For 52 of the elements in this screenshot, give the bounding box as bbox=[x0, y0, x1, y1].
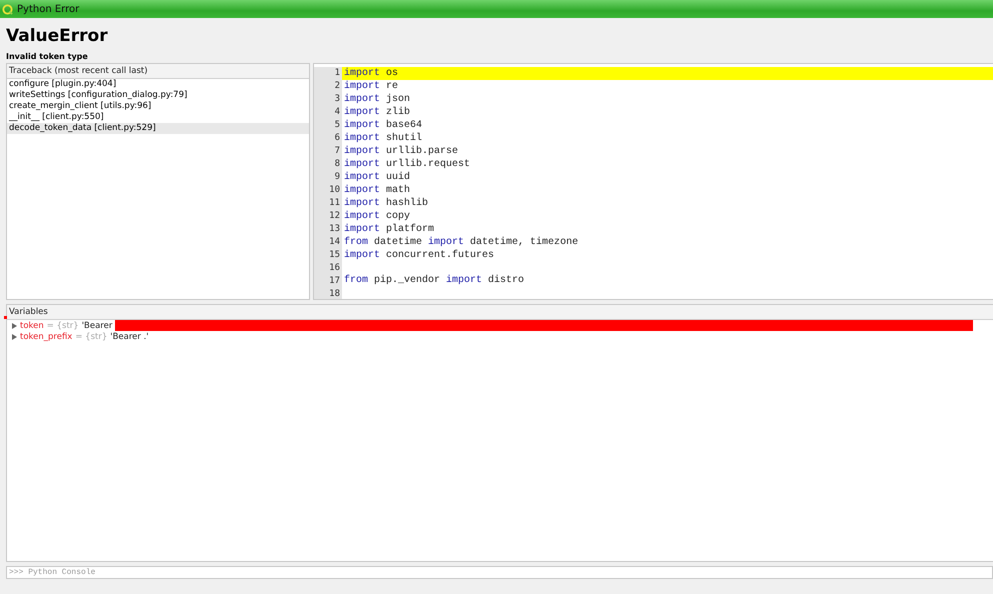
line-number: 9 bbox=[334, 171, 341, 184]
variable-value: 'Bearer bbox=[82, 320, 112, 330]
code-line: import hashlib bbox=[343, 197, 430, 210]
code-line: from datetime import datetime, timezone bbox=[343, 236, 580, 249]
traceback-frame[interactable]: create_mergin_client [utils.py:96] bbox=[7, 101, 309, 112]
line-number: 16 bbox=[328, 262, 341, 275]
line-number: 8 bbox=[334, 158, 341, 171]
line-number: 10 bbox=[328, 184, 341, 197]
code-line: import urllib.request bbox=[343, 158, 472, 171]
code-line: import math bbox=[343, 184, 412, 197]
variables-header: Variables bbox=[7, 305, 993, 320]
code-line: import base64 bbox=[343, 119, 424, 132]
code-line: import re bbox=[343, 80, 400, 93]
code-line: import urllib.parse bbox=[343, 145, 460, 158]
traceback-frame[interactable]: configure [plugin.py:404] bbox=[7, 79, 309, 90]
line-number: 12 bbox=[328, 210, 341, 223]
code-line: import zlib bbox=[343, 106, 412, 119]
traceback-frame[interactable]: writeSettings [configuration_dialog.py:79] bbox=[7, 90, 309, 101]
line-number: 6 bbox=[334, 132, 341, 145]
line-number: 4 bbox=[334, 106, 341, 119]
window-title: Python Error bbox=[17, 4, 80, 14]
error-type: ValueError bbox=[6, 26, 109, 46]
console-input[interactable]: >>> Python Console bbox=[6, 566, 993, 579]
line-number: 5 bbox=[334, 119, 341, 132]
app-logo-icon bbox=[2, 4, 13, 14]
traceback-header: Traceback (most recent call last) bbox=[7, 64, 309, 79]
line-number: 11 bbox=[328, 197, 341, 210]
line-number: 1 bbox=[334, 67, 341, 80]
code-line: import uuid bbox=[343, 171, 412, 184]
line-number: 2 bbox=[334, 80, 341, 93]
traceback-frame[interactable]: decode_token_data [client.py:529] bbox=[7, 123, 309, 134]
code-line: import copy bbox=[343, 210, 412, 223]
variable-type: = {str} bbox=[75, 332, 108, 342]
line-number: 18 bbox=[328, 288, 341, 301]
variable-value: 'Bearer .' bbox=[110, 332, 149, 342]
traceback-frame[interactable]: __init__ [client.py:550] bbox=[7, 112, 309, 123]
marker-icon bbox=[4, 316, 7, 319]
line-number: 15 bbox=[328, 249, 341, 262]
code-line: import platform bbox=[343, 223, 436, 236]
variable-name: token bbox=[20, 320, 44, 330]
variable-name: token_prefix bbox=[20, 332, 72, 342]
line-number: 7 bbox=[334, 145, 341, 158]
code-line: from pip._vendor import distro bbox=[343, 274, 526, 287]
line-number: 3 bbox=[334, 93, 341, 106]
variable-type: = {str} bbox=[46, 320, 79, 330]
line-number: 13 bbox=[328, 223, 341, 236]
line-number: 17 bbox=[328, 275, 341, 288]
code-line: import concurrent.futures bbox=[343, 249, 496, 262]
line-number: 14 bbox=[328, 236, 341, 249]
code-line: import json bbox=[343, 93, 412, 106]
code-line: import shutil bbox=[343, 132, 424, 145]
error-message: Invalid token type bbox=[6, 52, 89, 61]
